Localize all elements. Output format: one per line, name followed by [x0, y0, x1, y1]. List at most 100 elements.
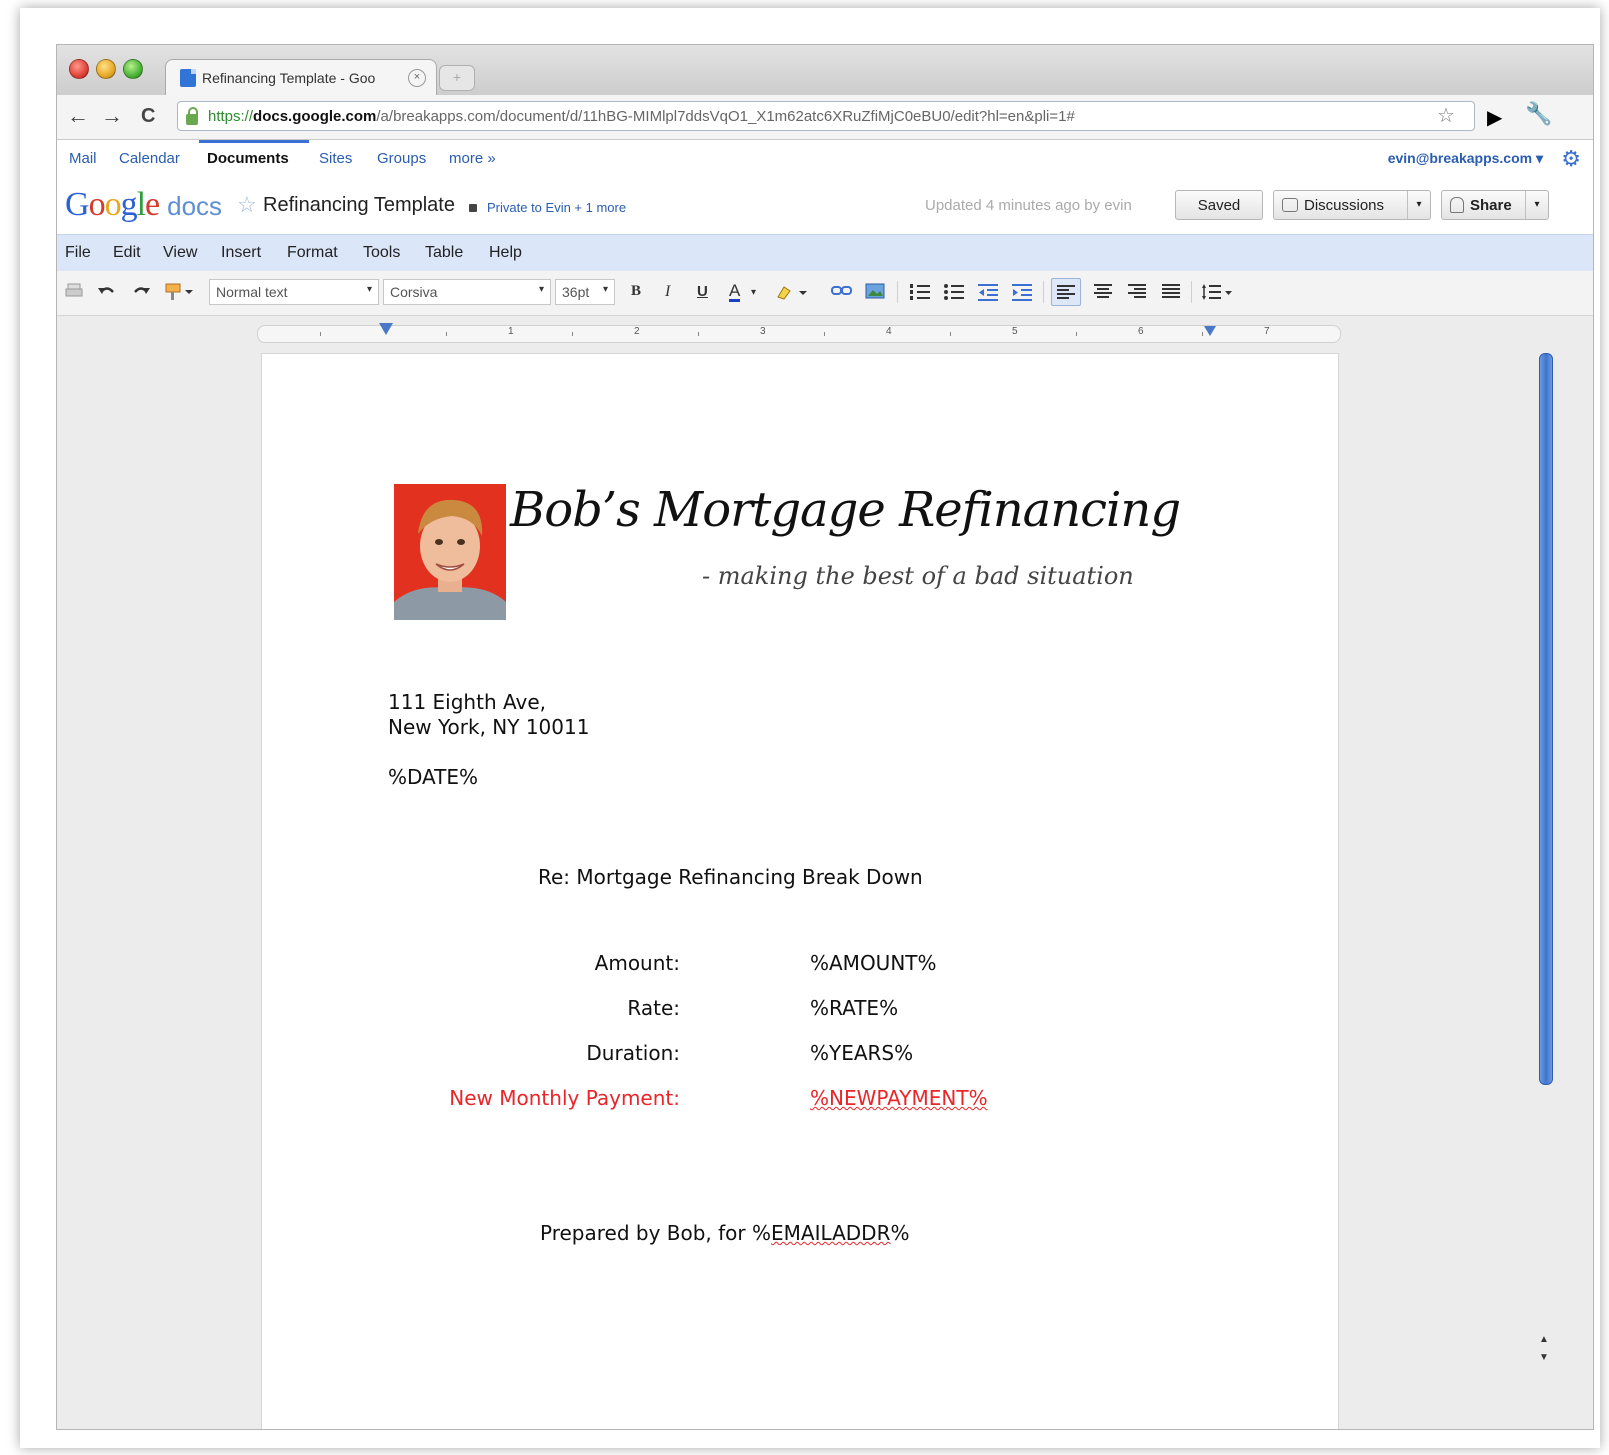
back-icon[interactable]: ←: [67, 103, 89, 129]
chevron-down-icon[interactable]: ▾: [751, 287, 756, 298]
scroll-arrows[interactable]: ▲ ▼: [1539, 1331, 1549, 1367]
left-indent-marker[interactable]: [379, 323, 393, 335]
zoom-window-button[interactable]: [123, 59, 143, 79]
menu-help[interactable]: Help: [489, 244, 522, 262]
bookmark-star-icon[interactable]: ☆: [1437, 103, 1455, 128]
scrollbar-thumb[interactable]: [1539, 353, 1553, 1085]
paint-format-icon[interactable]: [165, 283, 195, 304]
account-menu[interactable]: evin@breakapps.com ▾: [1388, 150, 1543, 167]
prepared-prefix: Prepared by Bob, for %: [540, 1221, 772, 1245]
decrease-indent-icon[interactable]: [977, 283, 999, 304]
tab-title: Refinancing Template - Goo: [202, 69, 376, 86]
menu-insert[interactable]: Insert: [221, 244, 261, 262]
line-spacing-icon[interactable]: [1201, 283, 1233, 304]
chevron-down-icon: ▾: [366, 284, 372, 295]
chevron-down-icon[interactable]: ▾: [1525, 191, 1548, 219]
privacy-link[interactable]: Private to Evin + 1 more: [469, 200, 626, 215]
chevron-down-icon: ▾: [602, 284, 608, 295]
ruler-number: 5: [1012, 326, 1018, 337]
forward-icon[interactable]: →: [101, 103, 123, 129]
prepared-email-variable: EMAILADDR: [771, 1221, 891, 1245]
bold-button[interactable]: B: [631, 283, 641, 300]
minimize-window-button[interactable]: [96, 59, 116, 79]
saved-button[interactable]: Saved: [1175, 190, 1263, 220]
menu-file[interactable]: File: [65, 244, 91, 262]
duration-label: Duration:: [586, 1041, 680, 1065]
ruler[interactable]: 1 2 3 4 5 6 7: [257, 325, 1341, 343]
logo-letter: e: [145, 186, 160, 223]
ruler-tick: [1202, 332, 1203, 336]
tab-close-icon[interactable]: ×: [408, 68, 426, 87]
logo-product: docs: [167, 191, 223, 221]
undo-icon[interactable]: [97, 283, 117, 302]
active-link-indicator: [199, 140, 309, 143]
gbar-link-more[interactable]: more »: [449, 150, 496, 167]
address-bar: ← → C https:// docs.google.com /a/breaka…: [57, 95, 1593, 140]
text-color-button[interactable]: A: [729, 282, 741, 302]
chevron-down-icon[interactable]: ▾: [1407, 191, 1430, 219]
italic-button[interactable]: I: [665, 283, 670, 301]
align-left-button[interactable]: [1051, 278, 1081, 306]
menu-edit[interactable]: Edit: [113, 244, 141, 262]
new-tab-button[interactable]: +: [439, 65, 475, 91]
font-size-select[interactable]: 36pt ▾: [555, 279, 615, 305]
gbar-link-mail[interactable]: Mail: [69, 150, 97, 167]
discussions-icon: [1282, 198, 1298, 212]
link-icon[interactable]: [831, 283, 853, 302]
close-window-button[interactable]: [69, 59, 89, 79]
menu-format[interactable]: Format: [287, 244, 338, 262]
new-payment-label: New Monthly Payment:: [449, 1086, 680, 1110]
gbar-link-sites[interactable]: Sites: [319, 150, 352, 167]
right-indent-marker[interactable]: [1204, 326, 1216, 336]
document-icon: [180, 68, 196, 87]
font-family-select[interactable]: Corsiva ▾: [383, 279, 551, 305]
increase-indent-icon[interactable]: [1011, 283, 1033, 304]
toolbar-separator: [897, 281, 898, 303]
star-document-icon[interactable]: ☆: [237, 192, 257, 218]
menu-view[interactable]: View: [163, 244, 197, 262]
paragraph-style-select[interactable]: Normal text ▾: [209, 279, 379, 305]
gear-icon[interactable]: ⚙: [1561, 146, 1581, 172]
url-scheme: https://: [208, 107, 254, 125]
gbar-link-documents[interactable]: Documents: [207, 150, 289, 167]
print-icon[interactable]: [65, 283, 83, 302]
ruler-number: 6: [1138, 326, 1144, 337]
toolbar-separator: [1043, 281, 1044, 303]
browser-tab[interactable]: Refinancing Template - Goo ×: [165, 59, 437, 95]
url-input[interactable]: https:// docs.google.com /a/breakapps.co…: [177, 101, 1475, 131]
document-title[interactable]: Refinancing Template: [263, 194, 455, 217]
ruler-tick: [320, 332, 321, 336]
re-line: Re: Mortgage Refinancing Break Down: [538, 865, 923, 889]
amount-value: %AMOUNT%: [810, 951, 937, 975]
menu-table[interactable]: Table: [425, 244, 463, 262]
gbar-link-calendar[interactable]: Calendar: [119, 150, 180, 167]
share-button[interactable]: Share ▾: [1441, 190, 1549, 220]
wrench-icon[interactable]: 🔧: [1525, 101, 1552, 127]
tab-strip: Refinancing Template - Goo × +: [57, 45, 1593, 95]
menu-tools[interactable]: Tools: [363, 244, 400, 262]
google-bar: Mail Calendar Documents Sites Groups mor…: [57, 140, 1593, 178]
discussions-button[interactable]: Discussions ▾: [1273, 190, 1431, 220]
align-center-button[interactable]: [1093, 283, 1113, 302]
highlight-color-icon[interactable]: [775, 283, 809, 304]
google-docs-logo[interactable]: Google docs: [65, 186, 222, 224]
align-right-button[interactable]: [1127, 283, 1147, 302]
extension-icon[interactable]: ▶: [1487, 105, 1502, 130]
ruler-tick: [824, 332, 825, 336]
discussions-label: Discussions: [1304, 196, 1385, 214]
ruler-tick: [446, 332, 447, 336]
justify-button[interactable]: [1161, 283, 1181, 302]
document-page[interactable]: Bob’s Mortgage Refinancing - making the …: [261, 353, 1339, 1429]
redo-icon[interactable]: [131, 283, 151, 302]
gbar-link-groups[interactable]: Groups: [377, 150, 426, 167]
browser-window: Refinancing Template - Goo × + ← → C htt…: [56, 44, 1594, 1430]
image-icon[interactable]: [865, 283, 885, 302]
underline-button[interactable]: U: [697, 283, 708, 300]
ruler-tick: [950, 332, 951, 336]
author-photo: [394, 484, 506, 620]
ruler-number: 2: [634, 326, 640, 337]
window-controls: [69, 59, 143, 79]
reload-icon[interactable]: C: [141, 105, 155, 128]
numbered-list-icon[interactable]: [909, 283, 931, 304]
bulleted-list-icon[interactable]: [943, 283, 965, 304]
